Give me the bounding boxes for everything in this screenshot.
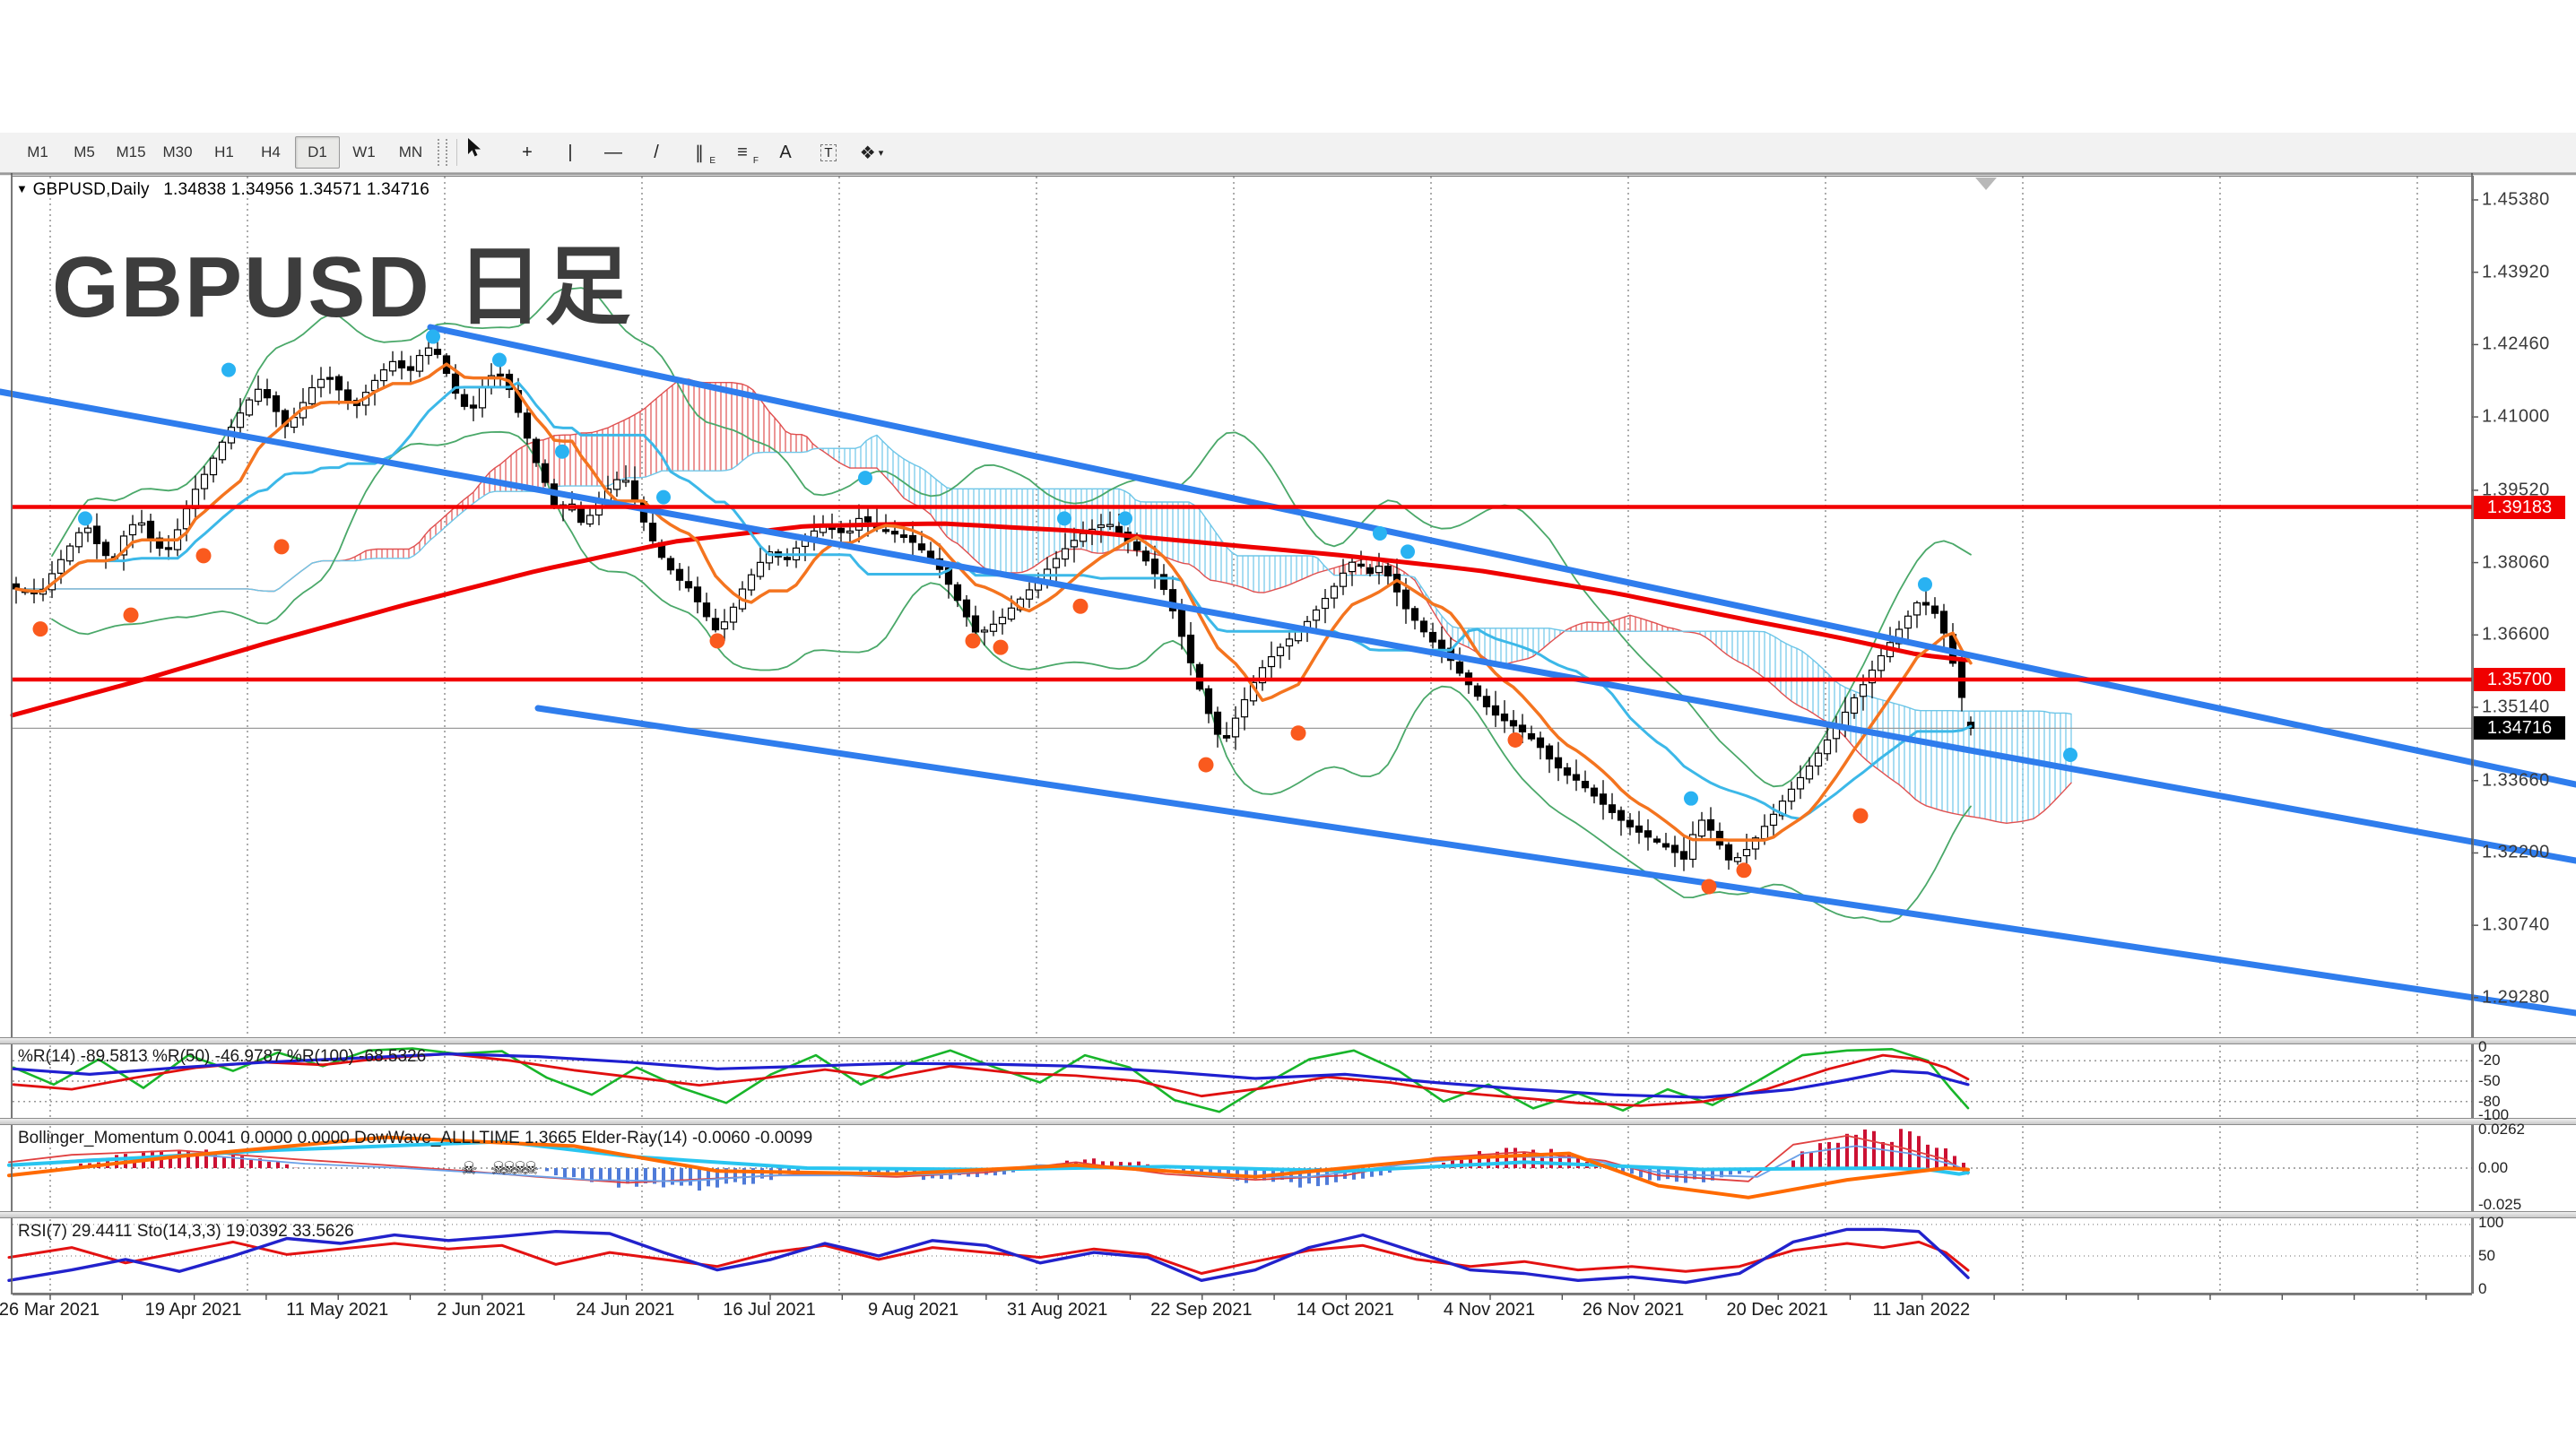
symbol-label: GBPUSD,Daily <box>33 180 150 199</box>
date-axis-label: 19 Apr 2021 <box>145 1300 242 1320</box>
date-axis-label: 26 Mar 2021 <box>0 1300 100 1320</box>
window-separator-2[interactable] <box>0 1118 2576 1125</box>
chart-watermark-title: GBPUSD 日足 <box>52 217 632 342</box>
wpr-indicator-label: %R(14) -89.5813 %R(50) -46.9787 %R(100) … <box>18 1047 426 1067</box>
metatrader-window: { "toolbar": { "timeframes": [ {"label":… <box>0 0 2576 1446</box>
date-axis-label: 24 Jun 2021 <box>576 1300 674 1320</box>
price-tick-label: 1.30740 <box>2482 915 2550 936</box>
date-axis-label: 11 May 2021 <box>286 1300 388 1320</box>
date-axis-label: 4 Nov 2021 <box>1444 1300 1535 1320</box>
wpr-axis-label: -50 <box>2478 1072 2501 1090</box>
momentum-axis-label: 0.0262 <box>2478 1121 2525 1139</box>
window-separator-1[interactable] <box>0 1037 2576 1044</box>
price-alert-tag: 1.39183 <box>2474 496 2565 519</box>
price-alert-tag: 1.35700 <box>2474 668 2565 691</box>
rsi-axis-label: 0 <box>2478 1280 2486 1298</box>
momentum-indicator-label: Bollinger_Momentum 0.0041 0.0000 0.0000 … <box>18 1129 812 1148</box>
date-axis-label: 16 Jul 2021 <box>723 1300 815 1320</box>
ohlc-values: 1.34838 1.34956 1.34571 1.34716 <box>163 180 429 199</box>
rsi-axis-label: 100 <box>2478 1214 2503 1232</box>
rsi-indicator-label: RSI(7) 29.4411 Sto(14,3,3) 19.0392 33.56… <box>18 1222 354 1242</box>
momentum-axis-label: 0.00 <box>2478 1159 2508 1177</box>
symbol-ohlc-header[interactable]: ▼ GBPUSD,Daily 1.34838 1.34956 1.34571 1… <box>16 180 429 200</box>
price-tick-label: 1.41000 <box>2482 407 2550 428</box>
date-axis-label: 26 Nov 2021 <box>1583 1300 1684 1320</box>
price-tick-label: 1.35140 <box>2482 697 2550 717</box>
date-axis-label: 14 Oct 2021 <box>1297 1300 1394 1320</box>
date-axis-label: 2 Jun 2021 <box>437 1300 525 1320</box>
rsi-axis-label: 50 <box>2478 1247 2495 1265</box>
momentum-axis-label: -0.025 <box>2478 1196 2521 1214</box>
current-price-tag: 1.34716 <box>2474 716 2565 740</box>
price-tick-label: 1.38060 <box>2482 552 2550 573</box>
price-tick-label: 1.29280 <box>2482 987 2550 1008</box>
date-axis-label: 31 Aug 2021 <box>1007 1300 1107 1320</box>
date-axis-label: 22 Sep 2021 <box>1150 1300 1252 1320</box>
price-tick-label: 1.33660 <box>2482 770 2550 791</box>
price-tick-label: 1.43920 <box>2482 262 2550 282</box>
price-tick-label: 1.45380 <box>2482 190 2550 211</box>
wpr-axis-label: -20 <box>2478 1052 2501 1069</box>
price-tick-label: 1.36600 <box>2482 625 2550 645</box>
date-axis-label: 11 Jan 2022 <box>1872 1300 1970 1320</box>
collapse-icon[interactable]: ▼ <box>16 182 28 195</box>
rsi-panel-frame <box>12 1217 2474 1294</box>
date-axis-label: 9 Aug 2021 <box>868 1300 958 1320</box>
window-separator-3[interactable] <box>0 1211 2576 1218</box>
date-axis-label: 20 Dec 2021 <box>1726 1300 1827 1320</box>
price-tick-label: 1.42460 <box>2482 334 2550 355</box>
price-tick-label: 1.32200 <box>2482 843 2550 863</box>
